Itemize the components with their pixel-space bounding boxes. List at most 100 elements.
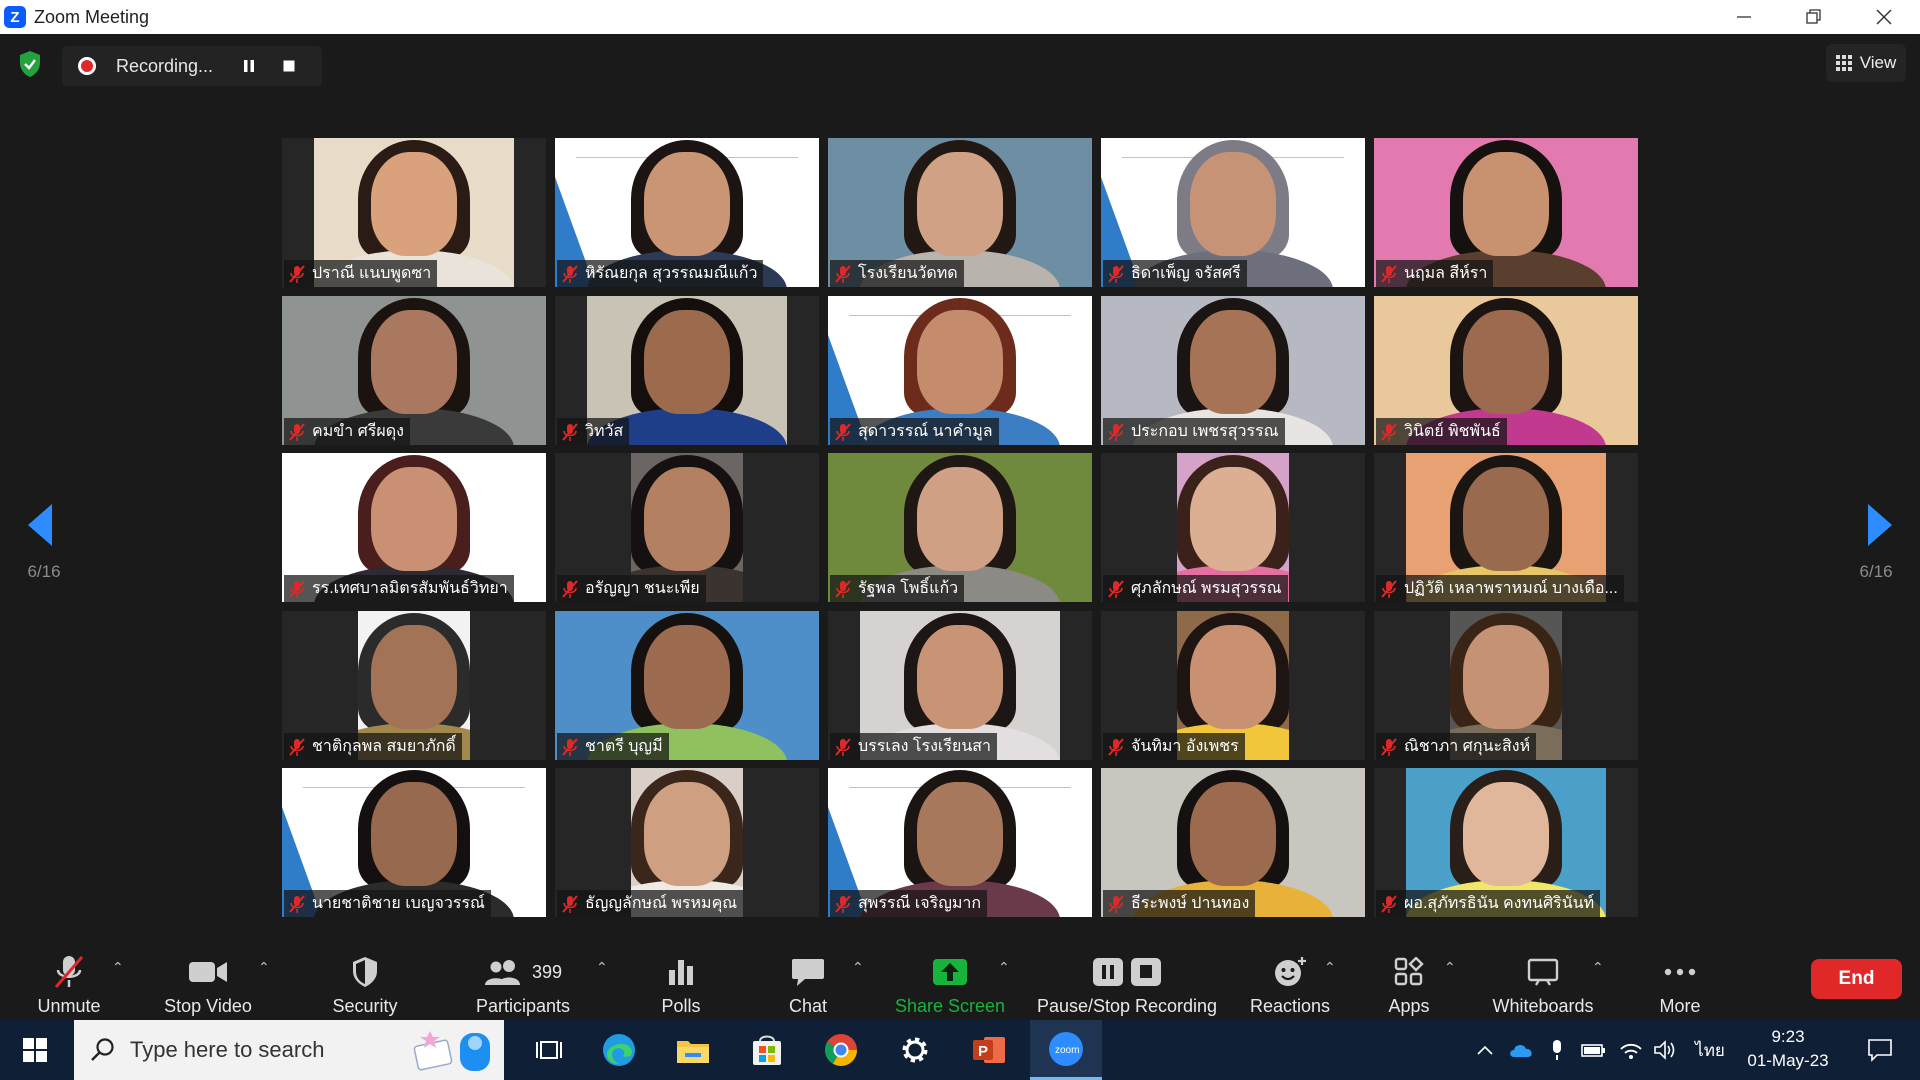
participant-name: บรรเลง โรงเรียนสา <box>858 738 991 755</box>
muted-microphone-icon <box>289 264 305 283</box>
participant-tile[interactable]: ธิดาเพ็ญ จรัสศรี <box>1101 138 1365 287</box>
participant-tile[interactable]: บรรเลง โรงเรียนสา <box>828 611 1092 760</box>
onedrive-button[interactable] <box>1504 1020 1538 1080</box>
reactions-button[interactable]: Reactions <box>1244 941 1336 1020</box>
participant-tile[interactable]: รัฐพล โพธิ์แก้ว <box>828 453 1092 602</box>
participant-face <box>1463 152 1549 256</box>
participants-options-caret-icon[interactable]: ⌃ <box>596 959 608 976</box>
participant-face <box>1190 310 1276 414</box>
share-options-caret-icon[interactable]: ⌃ <box>998 959 1010 976</box>
participant-tile[interactable]: ธีระพงษ์ ปานทอง <box>1101 768 1365 917</box>
restore-button[interactable] <box>1780 0 1848 34</box>
participant-tile[interactable]: ณิชาภา ศกุนะสิงห์ <box>1374 611 1638 760</box>
end-meeting-button[interactable]: End <box>1811 959 1902 999</box>
whiteboards-button[interactable]: Whiteboards <box>1483 941 1603 1020</box>
participant-face <box>1190 152 1276 256</box>
participant-tile[interactable]: นายชาติชาย เบญจวรรณ์ <box>282 768 546 917</box>
settings-button[interactable] <box>882 1020 948 1080</box>
participant-tile[interactable]: ชาตรี บุญมี <box>555 611 819 760</box>
participant-tile[interactable]: ชาติกุลพล สมยาภักดิ์ <box>282 611 546 760</box>
participant-face <box>917 152 1003 256</box>
network-button[interactable] <box>1614 1020 1648 1080</box>
task-view-button[interactable] <box>520 1020 578 1080</box>
apps-options-caret-icon[interactable]: ⌃ <box>1444 959 1456 976</box>
stop-icon <box>283 60 295 72</box>
participant-face <box>917 310 1003 414</box>
participant-tile[interactable]: ปฏิวัติ เหลาพราหมณ์ บางเดือ... <box>1374 453 1638 602</box>
whiteboards-options-caret-icon[interactable]: ⌃ <box>1592 959 1604 976</box>
notifications-button[interactable] <box>1850 1020 1910 1080</box>
more-dots-icon <box>1664 968 1696 976</box>
minimize-button[interactable] <box>1710 0 1778 34</box>
participant-tile[interactable]: ศุภลักษณ์ พรมสุวรรณ <box>1101 453 1365 602</box>
file-explorer-button[interactable] <box>660 1020 726 1080</box>
audio-options-caret-icon[interactable]: ⌃ <box>112 959 124 976</box>
participant-face <box>371 310 457 414</box>
participant-tile[interactable]: ปราณี แนบพูดซา <box>282 138 546 287</box>
participant-name-tag: โรงเรียนวัดทด <box>830 260 964 287</box>
participant-face <box>1463 625 1549 729</box>
participant-tile[interactable]: โรงเรียนวัดทด <box>828 138 1092 287</box>
participant-name: ชาตรี บุญมี <box>585 738 663 755</box>
microsoft-store-button[interactable] <box>734 1020 800 1080</box>
next-page-arrow-icon[interactable] <box>1868 504 1892 546</box>
clock-time: 9:23 <box>1771 1027 1805 1046</box>
participant-face <box>371 782 457 886</box>
security-shield-icon <box>353 957 377 987</box>
participant-tile[interactable]: อรัญญา ชนะเพีย <box>555 453 819 602</box>
encryption-shield-icon[interactable] <box>18 50 42 78</box>
participant-tile[interactable]: สุพรรณี เจริญมาก <box>828 768 1092 917</box>
participant-tile[interactable]: ผอ.สุภัทรธินัน คงทนศิรินันท์ <box>1374 768 1638 917</box>
participant-name-tag: บรรเลง โรงเรียนสา <box>830 733 997 760</box>
pause-stop-recording-button[interactable]: Pause/Stop Recording <box>1032 941 1222 1020</box>
participants-button[interactable]: 399 Participants <box>468 941 578 1020</box>
participant-name: นฤมล สีห์รา <box>1404 265 1488 282</box>
microphone-tray-button[interactable] <box>1540 1020 1574 1080</box>
zoom-taskbar-button[interactable]: zoom <box>1030 1020 1102 1080</box>
powerpoint-button[interactable]: P <box>956 1020 1022 1080</box>
video-options-caret-icon[interactable]: ⌃ <box>258 959 270 976</box>
svg-text:zoom: zoom <box>1055 1045 1079 1056</box>
show-hidden-icons-button[interactable] <box>1470 1020 1500 1080</box>
edge-browser-button[interactable] <box>586 1020 652 1080</box>
unmute-button[interactable]: Unmute <box>22 941 116 1020</box>
apps-icon <box>1394 957 1424 986</box>
view-button[interactable]: View <box>1826 44 1906 82</box>
participant-tile[interactable]: สุดาวรรณ์ นาคำมูล <box>828 296 1092 445</box>
battery-button[interactable] <box>1576 1020 1612 1080</box>
chat-button[interactable]: Chat <box>773 941 843 1020</box>
participant-tile[interactable]: หิรัณยกุล สุวรรณมณีแก้ว <box>555 138 819 287</box>
participant-tile[interactable]: ประกอบ เพชรสุวรรณ <box>1101 296 1365 445</box>
stop-recording-button[interactable] <box>272 49 306 83</box>
participant-tile[interactable]: วิทวัส <box>555 296 819 445</box>
start-button[interactable] <box>0 1020 70 1080</box>
apps-button[interactable]: Apps <box>1374 941 1444 1020</box>
participant-name-tag: ธิดาเพ็ญ จรัสศรี <box>1103 260 1247 287</box>
polls-button[interactable]: Polls <box>646 941 716 1020</box>
volume-button[interactable] <box>1648 1020 1682 1080</box>
grid-view-icon <box>1835 55 1852 71</box>
input-language-indicator[interactable]: ไทย <box>1688 1020 1732 1080</box>
chat-options-caret-icon[interactable]: ⌃ <box>852 959 864 976</box>
previous-page-arrow-icon[interactable] <box>28 504 52 546</box>
muted-microphone-icon <box>1108 579 1124 598</box>
participant-tile[interactable]: รร.เทศบาลมิตรสัมพันธ์วิทยา <box>282 453 546 602</box>
more-button[interactable]: More <box>1645 941 1715 1020</box>
zoom-app-icon: zoom <box>1049 1031 1083 1066</box>
reactions-options-caret-icon[interactable]: ⌃ <box>1324 959 1336 976</box>
system-clock[interactable]: 9:23 01-May-23 <box>1738 1025 1838 1073</box>
participant-tile[interactable]: ธัญญลักษณ์ พรหมคุณ <box>555 768 819 917</box>
stop-video-button[interactable]: Stop Video <box>155 941 261 1020</box>
muted-microphone-icon <box>1381 737 1397 756</box>
participant-tile[interactable]: วินิตย์ พิชพันธ์ <box>1374 296 1638 445</box>
security-button[interactable]: Security <box>320 941 410 1020</box>
participant-tile[interactable]: นฤมล สีห์รา <box>1374 138 1638 287</box>
pause-recording-button[interactable] <box>232 49 266 83</box>
close-window-button[interactable] <box>1850 0 1918 34</box>
share-screen-button[interactable]: Share Screen <box>890 941 1010 1020</box>
polls-bar-chart-icon <box>669 960 693 985</box>
participant-tile[interactable]: จันทิมา อังเพชร <box>1101 611 1365 760</box>
chrome-browser-button[interactable] <box>808 1020 874 1080</box>
taskbar-search-box[interactable]: Type here to search <box>74 1020 504 1080</box>
participant-tile[interactable]: คมขำ ศรีผดุง <box>282 296 546 445</box>
